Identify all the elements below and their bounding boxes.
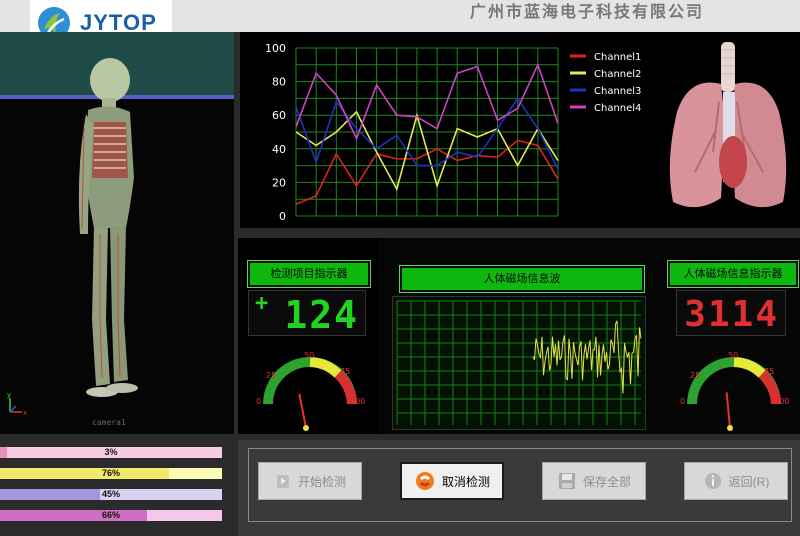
- y-tick-label: 80: [272, 76, 286, 89]
- organ-view-panel: [655, 32, 800, 228]
- cancel-icon: [415, 472, 434, 490]
- gauge-tick-50: 50: [304, 352, 314, 360]
- progress-label: 66%: [101, 510, 120, 520]
- series-line-channel4: [295, 62, 559, 141]
- y-tick-label: 100: [265, 42, 286, 55]
- legend-label: Channel3: [594, 86, 641, 97]
- gauge-tick-0: 0: [256, 397, 261, 406]
- save-icon: [558, 473, 575, 489]
- gauge-needle: [298, 393, 307, 429]
- company-name: 广州市蓝海电子科技有限公司: [470, 2, 705, 21]
- start-detect-button[interactable]: 开始检测: [258, 462, 362, 500]
- y-tick-label: 40: [272, 143, 286, 156]
- progress-bar-1: 3%: [0, 447, 222, 458]
- detect-indicator-title: 检测项目指示器: [247, 260, 371, 288]
- axis-x-label: x: [23, 409, 27, 417]
- axis-y-label: y: [7, 392, 11, 399]
- gauge-tick-75: 75: [340, 367, 350, 376]
- channel-line-chart: 020406080100 Channel1Channel2Channel3Cha…: [265, 42, 641, 223]
- gauge-tick-25: 25: [690, 371, 700, 380]
- gauge-tick-50: 50: [728, 352, 738, 360]
- save-all-button[interactable]: 保存全部: [542, 462, 646, 500]
- chart-y-ticks: 0 20 40 60 80 100: [265, 42, 286, 223]
- progress-bar-3: 45%: [0, 489, 222, 500]
- gauge-tick-25: 25: [266, 371, 276, 380]
- info-icon: [704, 473, 721, 489]
- wave-title: 人体磁场信息波: [399, 265, 645, 293]
- field-value: 3114: [684, 294, 779, 335]
- progress-label: 76%: [101, 468, 120, 478]
- field-indicator-title: 人体磁场信息指示器: [667, 260, 799, 288]
- gauge-tick-100: 100: [774, 397, 789, 406]
- save-all-label: 保存全部: [582, 474, 631, 489]
- axis-gizmo-icon: y x: [7, 392, 27, 417]
- chart-series-lines: [295, 62, 559, 205]
- needle-pivot: [303, 425, 309, 431]
- chart-legend: Channel1 Channel2 Channel3 Channel4: [570, 52, 641, 114]
- legend-label: Channel4: [594, 103, 641, 114]
- legend-label: Channel2: [594, 69, 641, 80]
- y-tick-label: 20: [272, 176, 286, 189]
- gauge-needle: [725, 392, 731, 429]
- needle-pivot: [727, 425, 733, 431]
- gauge-tick-100: 100: [350, 397, 365, 406]
- y-tick-label: 60: [272, 109, 286, 122]
- progress-bar-2: 76%: [0, 468, 222, 479]
- progress-label: 3%: [104, 447, 118, 457]
- channel-chart-panel: 0 20 40 60 80 100 Channel1 Channel2 Channel3 Cha…: [240, 32, 655, 228]
- series-line-channel3: [295, 96, 559, 170]
- wave-graph: [396, 300, 642, 425]
- cancel-detect-label: 取消检测: [441, 474, 490, 489]
- human-body-image: [78, 58, 138, 397]
- plus-sign: +: [255, 291, 269, 316]
- return-label: 返回(R): [728, 474, 770, 489]
- cancel-detect-button[interactable]: 取消检测: [400, 462, 504, 500]
- gauge-tick-0: 0: [680, 397, 685, 406]
- return-button[interactable]: 返回(R): [684, 462, 788, 500]
- start-detect-label: 开始检测: [297, 474, 346, 489]
- legend-label: Channel1: [594, 52, 641, 63]
- detect-value: 124: [284, 293, 359, 337]
- y-tick-label: 0: [279, 210, 286, 223]
- lungs-image: [669, 42, 787, 208]
- progress-label: 45%: [101, 489, 120, 499]
- detect-led-display: + 124: [248, 290, 366, 336]
- gauge-tick-75: 75: [764, 367, 774, 376]
- wave-display: [392, 296, 646, 430]
- camera-label: camera1: [92, 418, 126, 427]
- progress-bar-4: 66%: [0, 510, 222, 521]
- start-icon: [276, 475, 289, 488]
- field-led-display: 3114: [676, 290, 786, 336]
- field-gauge: 0 25 50 75 100: [680, 352, 789, 431]
- detect-gauge: 0 25 50 75 100: [256, 352, 365, 431]
